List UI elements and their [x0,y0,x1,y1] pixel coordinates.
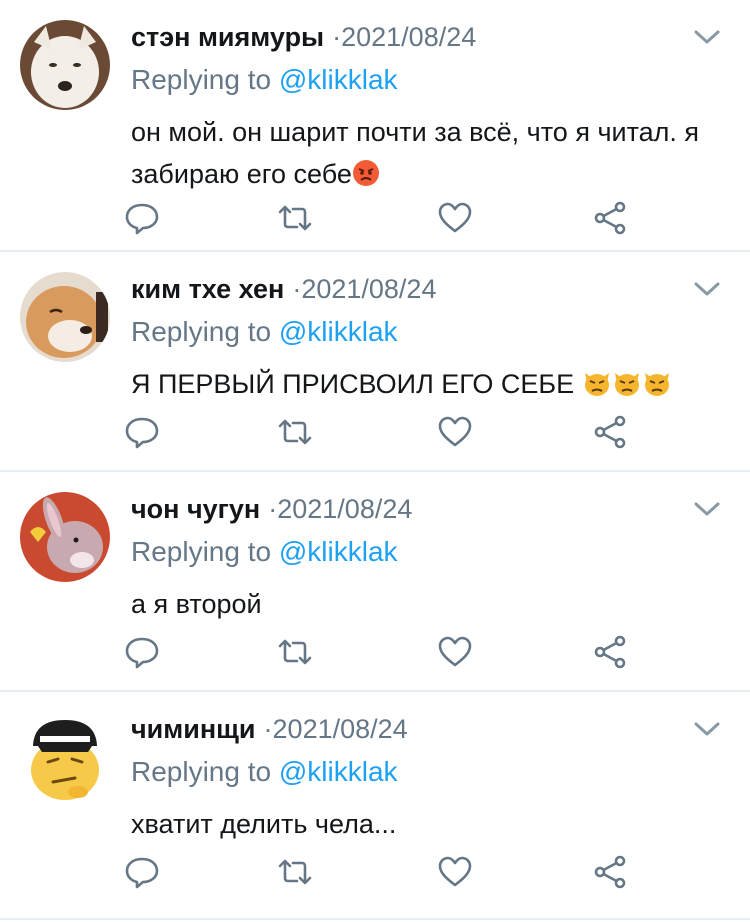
author-name[interactable]: чиминщи [131,714,256,744]
reply-feed: стэн миямуры ·2021/08/24 Replying to @kli… [0,0,750,920]
tweet-text: Я ПЕРВЫЙ ПРИСВОИЛ ЕГО СЕБЕ [131,363,721,409]
tweet[interactable]: чон чугун ·2021/08/24 Replying to @klikkl… [0,472,750,692]
heart-icon[interactable] [437,414,473,450]
tweet[interactable]: стэн миямуры ·2021/08/24 Replying to @kli… [0,0,750,252]
avatar[interactable] [20,272,110,362]
tweet-text: хватит делить чела... [131,803,721,845]
share-icon[interactable] [592,414,628,450]
heart-icon[interactable] [437,200,473,236]
tweet-text: он мой. он шарит почти за всё, что я чит… [131,111,721,199]
reply-handle-link[interactable]: @klikklak [279,756,398,787]
tweet-date[interactable]: ·2021/08/24 [268,494,412,524]
replying-to: Replying to @klikklak [131,533,398,571]
tweet-actions [124,414,634,454]
tweet-date[interactable]: ·2021/08/24 [332,22,476,52]
tweet-actions [124,200,634,240]
replying-to: Replying to @klikklak [131,753,398,791]
angry-face-icon [352,157,380,199]
tweet-actions [124,854,634,894]
author-name[interactable]: ким тхе хен [131,274,284,304]
pouting-cat-icon [582,367,612,409]
tweet-text-body: а я второй [131,589,262,619]
retweet-icon[interactable] [277,414,313,450]
tweet-header: чиминщи ·2021/08/24 [131,710,408,748]
reply-icon[interactable] [124,200,160,236]
tweet-header: стэн миямуры ·2021/08/24 [131,18,476,56]
tweet-text-body: он мой. он шарит почти за всё, что я чит… [131,117,700,189]
replying-prefix: Replying to [131,536,279,567]
replying-to: Replying to @klikklak [131,313,398,351]
avatar[interactable] [20,712,110,802]
replying-prefix: Replying to [131,756,279,787]
author-name[interactable]: стэн миямуры [131,22,324,52]
chevron-down-icon[interactable] [692,718,722,740]
reply-handle-link[interactable]: @klikklak [279,316,398,347]
avatar[interactable] [20,492,110,582]
tweet-header: чон чугун ·2021/08/24 [131,490,412,528]
reply-icon[interactable] [124,414,160,450]
heart-icon[interactable] [437,854,473,890]
tweet-date[interactable]: ·2021/08/24 [264,714,408,744]
tweet-text-body: хватит делить чела... [131,809,397,839]
share-icon[interactable] [592,854,628,890]
chevron-down-icon[interactable] [692,26,722,48]
retweet-icon[interactable] [277,634,313,670]
retweet-icon[interactable] [277,854,313,890]
pouting-cat-icon [612,367,642,409]
share-icon[interactable] [592,200,628,236]
replying-prefix: Replying to [131,64,279,95]
share-icon[interactable] [592,634,628,670]
heart-icon[interactable] [437,634,473,670]
tweet-text-body: Я ПЕРВЫЙ ПРИСВОИЛ ЕГО СЕБЕ [131,369,582,399]
reply-icon[interactable] [124,854,160,890]
avatar[interactable] [20,20,110,110]
reply-icon[interactable] [124,634,160,670]
tweet-date[interactable]: ·2021/08/24 [292,274,436,304]
pouting-cat-icon [642,367,672,409]
reply-handle-link[interactable]: @klikklak [279,536,398,567]
chevron-down-icon[interactable] [692,278,722,300]
replying-prefix: Replying to [131,316,279,347]
tweet[interactable]: ким тхе хен ·2021/08/24 Replying to @klik… [0,252,750,472]
reply-handle-link[interactable]: @klikklak [279,64,398,95]
tweet-actions [124,634,634,674]
author-name[interactable]: чон чугун [131,494,260,524]
retweet-icon[interactable] [277,200,313,236]
chevron-down-icon[interactable] [692,498,722,520]
tweet-text: а я второй [131,583,721,625]
tweet-header: ким тхе хен ·2021/08/24 [131,270,436,308]
replying-to: Replying to @klikklak [131,61,398,99]
tweet[interactable]: чиминщи ·2021/08/24 Replying to @klikklak… [0,692,750,920]
